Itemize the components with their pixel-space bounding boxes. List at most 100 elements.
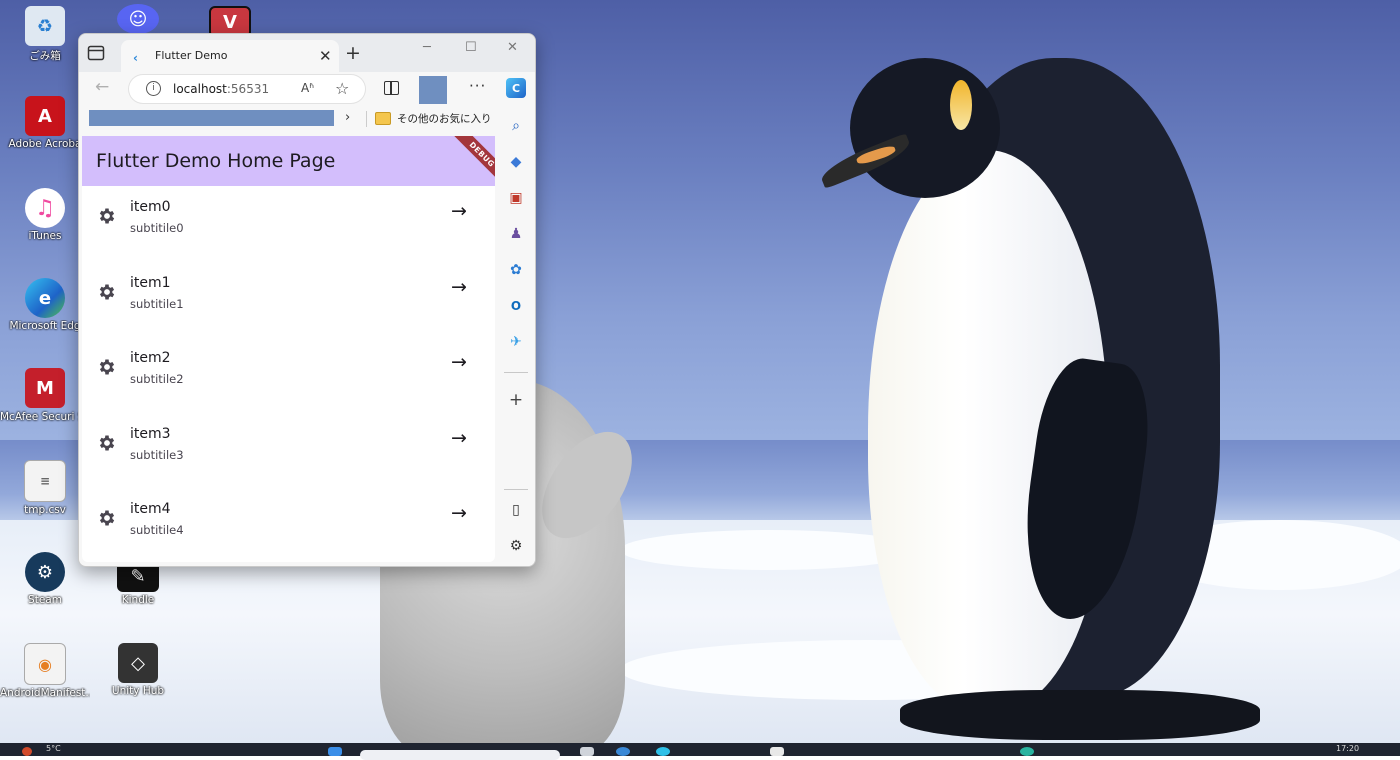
penguin-cheek <box>950 80 972 130</box>
settings-gear-icon <box>99 208 115 224</box>
search-icon[interactable]: ⌕ <box>506 116 526 136</box>
desktop-icon-edge[interactable]: e Microsoft Edg <box>0 278 90 332</box>
steam-icon: ⚙ <box>25 552 65 592</box>
mcafee-icon: M <box>25 368 65 408</box>
address-url[interactable]: localhost:56531 <box>173 82 269 96</box>
edge-icon: e <box>25 278 65 318</box>
arrow-forward-icon[interactable]: → <box>451 351 467 373</box>
add-icon[interactable]: + <box>506 390 526 410</box>
list-item-title: item0 <box>130 199 171 215</box>
task-view-icon[interactable] <box>580 747 594 756</box>
desktop-icon-recycle-bin[interactable]: ♻ ごみ箱 <box>0 6 90 63</box>
discord-icon: ☺ <box>117 4 159 34</box>
list-item-title: item4 <box>130 501 171 517</box>
settings-gear-icon <box>99 359 115 375</box>
start-button[interactable] <box>328 747 342 756</box>
list-item[interactable]: item0 subtitile0 → <box>82 186 495 262</box>
tab-flutter-demo[interactable]: ‹ Flutter Demo ✕ <box>121 40 339 72</box>
unity-hub-icon: ◇ <box>118 643 158 683</box>
flutter-favicon-icon: ‹ <box>133 51 138 65</box>
send-icon[interactable]: ✈ <box>506 332 526 352</box>
settings-gear-icon[interactable]: ⚙ <box>506 536 526 556</box>
itunes-icon: ♫ <box>25 188 65 228</box>
favorites-bar: › その他のお気に入り <box>79 106 499 134</box>
adobe-acrobat-icon: A <box>25 96 65 136</box>
desktop-icon-discord[interactable]: ☺ <box>93 4 183 34</box>
outlook-icon[interactable]: O <box>506 296 526 316</box>
tab-strip: ‹ Flutter Demo ✕ + ─ ☐ ✕ <box>79 34 535 72</box>
more-menu-button[interactable]: ··· <box>469 77 486 95</box>
tab-close-icon[interactable]: ✕ <box>319 47 332 65</box>
close-window-button[interactable]: ✕ <box>507 40 518 55</box>
penguin-head <box>850 58 1000 198</box>
arrow-forward-icon[interactable]: → <box>451 276 467 298</box>
desktop-icon-adobe-acrobat[interactable]: A Adobe Acroba <box>0 96 90 150</box>
microsoft-365-icon[interactable]: ✿ <box>506 260 526 280</box>
settings-gear-icon <box>99 435 115 450</box>
list-item-subtitle: subtitile1 <box>130 296 184 311</box>
list-item-title: item1 <box>130 274 171 291</box>
arrow-forward-icon[interactable]: → <box>451 502 467 524</box>
list-item[interactable]: item3 subtitile3 → <box>82 413 495 489</box>
sidebar-divider <box>504 489 528 490</box>
list-item[interactable]: item2 subtitile2 → <box>82 337 495 413</box>
penguin-feet <box>900 690 1260 740</box>
arrow-forward-icon[interactable]: → <box>451 200 467 222</box>
desktop-icon-mcafee[interactable]: M McAfee Securi Scan Plus <box>0 368 90 424</box>
weather-icon[interactable] <box>22 747 32 756</box>
list-item-title: item3 <box>130 425 171 442</box>
list-item-title: item2 <box>130 350 171 366</box>
desktop-icon-android-manifest[interactable]: ◉ AndroidManifest... <box>0 643 90 699</box>
desktop-icon-unity-hub[interactable]: ◇ Unity Hub <box>93 643 183 697</box>
address-bar[interactable]: i localhost:56531 Aʱ ☆ <box>129 75 365 103</box>
settings-gear-icon <box>99 284 115 299</box>
list-item-subtitle: subtitile2 <box>130 372 184 386</box>
list-item-subtitle: subtitile4 <box>130 523 184 537</box>
taskbar-clock[interactable]: 17:20 <box>1336 744 1359 753</box>
folder-icon <box>375 112 391 125</box>
taskbar-search-box[interactable] <box>360 750 560 760</box>
settings-gear-icon <box>99 510 115 526</box>
desktop-icon-steam[interactable]: ⚙ Steam <box>0 552 90 606</box>
app-bar: Flutter Demo Home Page <box>82 136 495 186</box>
copilot-icon[interactable]: C <box>506 78 526 98</box>
read-aloud-icon[interactable]: Aʱ <box>301 81 314 95</box>
taskbar-edge-icon[interactable] <box>616 747 630 756</box>
desktop-icon-itunes[interactable]: ♫ iTunes <box>0 188 90 242</box>
tab-title: Flutter Demo <box>155 49 228 62</box>
csv-file-icon: ≡ <box>24 460 66 502</box>
page-title: Flutter Demo Home Page <box>96 150 336 172</box>
list-item[interactable]: item4 subtitile4 → <box>82 488 495 562</box>
weather-temperature[interactable]: 5°C <box>46 744 61 753</box>
taskbar-app-icon[interactable] <box>1020 747 1034 756</box>
windows-taskbar <box>0 743 1400 756</box>
sidebar-divider <box>504 372 528 373</box>
edge-browser-window: ‹ Flutter Demo ✕ + ─ ☐ ✕ ← i localhost:5… <box>78 33 536 567</box>
new-tab-button[interactable]: + <box>345 42 361 64</box>
item-list: item0 subtitile0 → item1 subtitile1 → it… <box>82 186 495 562</box>
other-favorites-link[interactable]: その他のお気に入り <box>397 111 492 126</box>
recycle-bin-icon: ♻ <box>25 6 65 46</box>
minimize-button[interactable]: ─ <box>423 40 431 55</box>
site-info-icon[interactable]: i <box>146 81 161 96</box>
games-icon[interactable]: ♟ <box>506 224 526 244</box>
tab-actions-icon[interactable] <box>87 45 105 61</box>
browser-toolbar: ← i localhost:56531 Aʱ ☆ ··· <box>79 72 535 106</box>
list-item[interactable]: item1 subtitile1 → <box>82 262 495 338</box>
arrow-forward-icon[interactable]: → <box>451 427 467 449</box>
list-item-subtitle: subtitile3 <box>130 447 184 462</box>
profile-avatar[interactable] <box>419 76 447 104</box>
back-arrow-icon[interactable]: ← <box>95 77 109 97</box>
split-screen-icon[interactable] <box>384 81 399 95</box>
favorite-star-icon[interactable]: ☆ <box>335 79 349 98</box>
desktop-icon-tmp-csv[interactable]: ≡ tmp.csv <box>0 460 90 516</box>
favorites-bar-items[interactable] <box>89 110 334 126</box>
taskbar-app-icon[interactable] <box>656 747 670 756</box>
hide-sidebar-icon[interactable]: ▯ <box>506 500 526 520</box>
shopping-tag-icon[interactable]: ◆ <box>506 152 526 172</box>
maximize-button[interactable]: ☐ <box>465 40 477 55</box>
edge-sidebar: C ⌕ ◆ ▣ ♟ ✿ O ✈ + ▯ ⚙ <box>497 72 535 566</box>
chevron-right-icon[interactable]: › <box>345 110 350 125</box>
taskbar-explorer-icon[interactable] <box>770 747 784 756</box>
tools-icon[interactable]: ▣ <box>506 188 526 208</box>
